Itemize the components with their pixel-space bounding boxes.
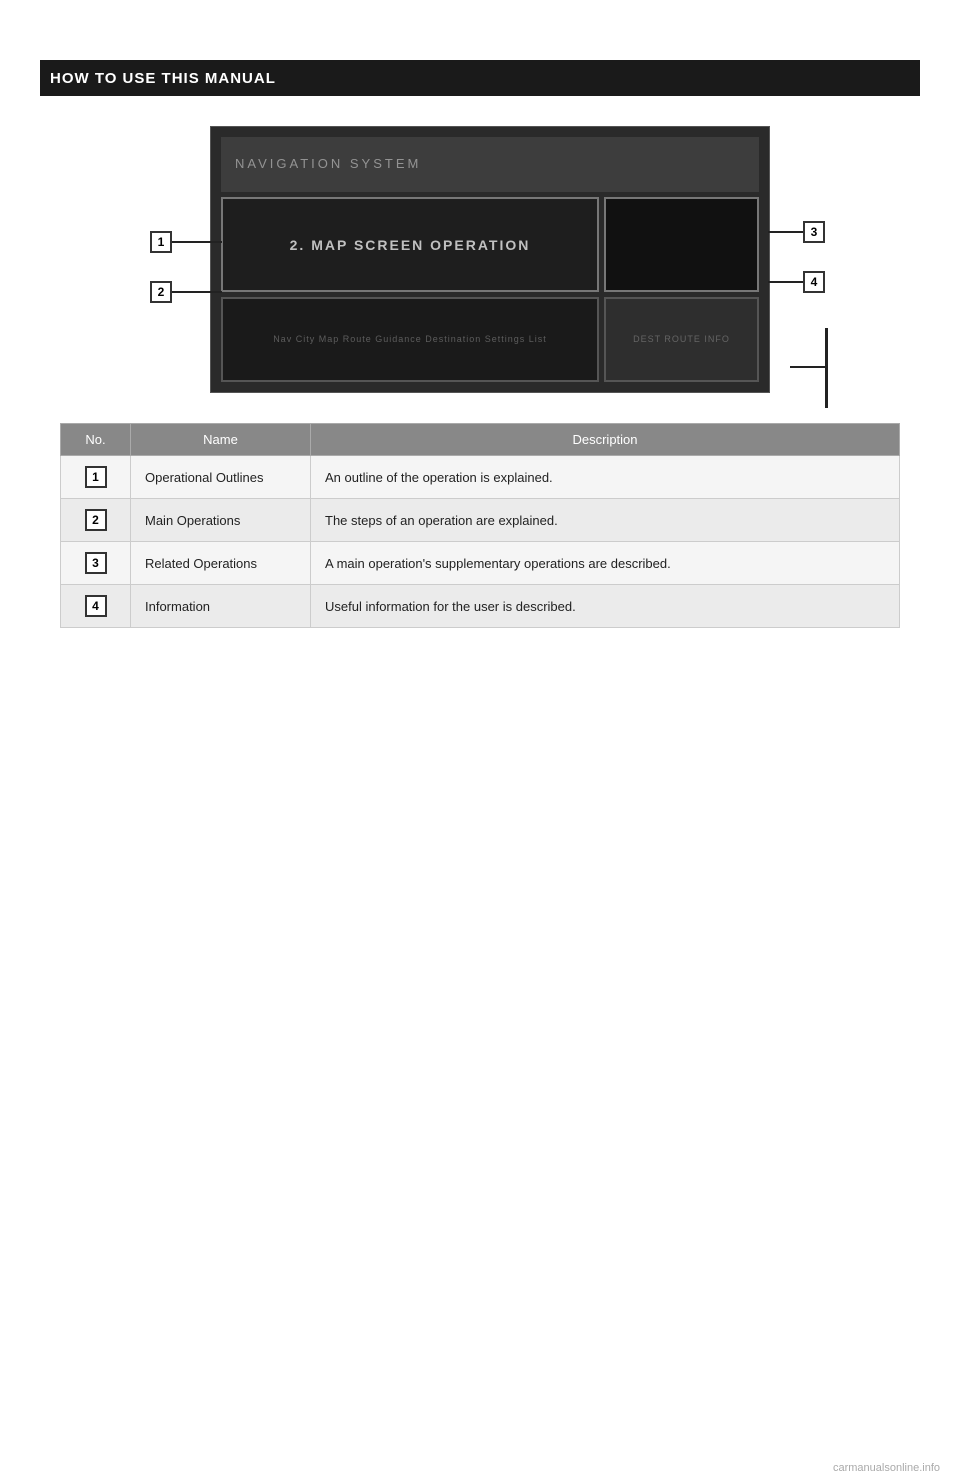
- left-callouts: 1 2: [130, 126, 210, 393]
- screen-mid-title: 2. MAP SCREEN OPERATION: [290, 237, 531, 253]
- callout-label-4: 4: [803, 271, 825, 293]
- table-cell-name: Operational Outlines: [131, 456, 311, 499]
- screen-bottom-row: Nav City Map Route Guidance Destination …: [221, 297, 759, 382]
- screen-mid-right: [604, 197, 759, 292]
- table-header-name: Name: [131, 424, 311, 456]
- screen-bottom-right: DEST ROUTE INFO: [604, 297, 759, 382]
- table-cell-no: 3: [61, 542, 131, 585]
- table-row: 3 Related OperationsA main operation's su…: [61, 542, 900, 585]
- callout-label-3: 3: [803, 221, 825, 243]
- callout-5-wrapper: [790, 366, 825, 368]
- screen-top-text: NAVIGATION SYSTEM: [231, 152, 425, 177]
- callout-3-wrapper: 3: [768, 221, 825, 243]
- page-wrapper: HOW TO USE THIS MANUAL 1 2 NAVIGATION SY…: [0, 0, 960, 1484]
- diagram-inner: NAVIGATION SYSTEM 2. MAP SCREEN OPERATIO…: [210, 126, 770, 393]
- row-number-badge: 1: [85, 466, 107, 488]
- table-cell-no: 1: [61, 456, 131, 499]
- table-row: 4 InformationUseful information for the u…: [61, 585, 900, 628]
- table-header-no: No.: [61, 424, 131, 456]
- footer-url: carmanualsonline.info: [833, 1462, 940, 1474]
- callout-4-wrapper: 4: [768, 271, 825, 293]
- bracket-line: [825, 328, 828, 408]
- diagram-section: 1 2 NAVIGATION SYSTEM 2. MAP SCREEN OPER…: [130, 126, 830, 393]
- screen-mid-row: 2. MAP SCREEN OPERATION: [221, 197, 759, 292]
- page-footer: carmanualsonline.info: [833, 1462, 940, 1474]
- header-title: HOW TO USE THIS MANUAL: [50, 70, 276, 87]
- screen-bottom-left: Nav City Map Route Guidance Destination …: [221, 297, 599, 382]
- callout-line-3: [768, 231, 803, 233]
- table-cell-description: A main operation's supplementary operati…: [311, 542, 900, 585]
- callout-line-4: [768, 281, 803, 283]
- callout-line-1: [172, 241, 222, 243]
- table-cell-description: Useful information for the user is descr…: [311, 585, 900, 628]
- screen-top-section: NAVIGATION SYSTEM: [221, 137, 759, 192]
- table-cell-description: An outline of the operation is explained…: [311, 456, 900, 499]
- row-number-badge: 4: [85, 595, 107, 617]
- table-row: 1 Operational OutlinesAn outline of the o…: [61, 456, 900, 499]
- row-number-badge: 3: [85, 552, 107, 574]
- callout-line-2: [172, 291, 222, 293]
- table-row: 2 Main OperationsThe steps of an operatio…: [61, 499, 900, 542]
- callout-2-wrapper: 2: [150, 281, 222, 303]
- table-cell-name: Related Operations: [131, 542, 311, 585]
- table-cell-name: Main Operations: [131, 499, 311, 542]
- callout-1-wrapper: 1: [150, 231, 222, 253]
- screen-mid-left: 2. MAP SCREEN OPERATION: [221, 197, 599, 292]
- table-cell-name: Information: [131, 585, 311, 628]
- row-number-badge: 2: [85, 509, 107, 531]
- callout-line-5: [790, 366, 825, 368]
- table-header-description: Description: [311, 424, 900, 456]
- right-callouts: 3 4: [770, 126, 830, 393]
- callout-label-2: 2: [150, 281, 172, 303]
- table-cell-no: 2: [61, 499, 131, 542]
- bottom-left-text: Nav City Map Route Guidance Destination …: [269, 330, 551, 350]
- header-bar: HOW TO USE THIS MANUAL: [40, 60, 920, 96]
- bottom-right-text: DEST ROUTE INFO: [629, 330, 734, 350]
- info-table: No. Name Description 1 Operational Outlin…: [60, 423, 900, 628]
- table-section: No. Name Description 1 Operational Outlin…: [60, 423, 900, 628]
- table-cell-description: The steps of an operation are explained.: [311, 499, 900, 542]
- table-cell-no: 4: [61, 585, 131, 628]
- callout-label-1: 1: [150, 231, 172, 253]
